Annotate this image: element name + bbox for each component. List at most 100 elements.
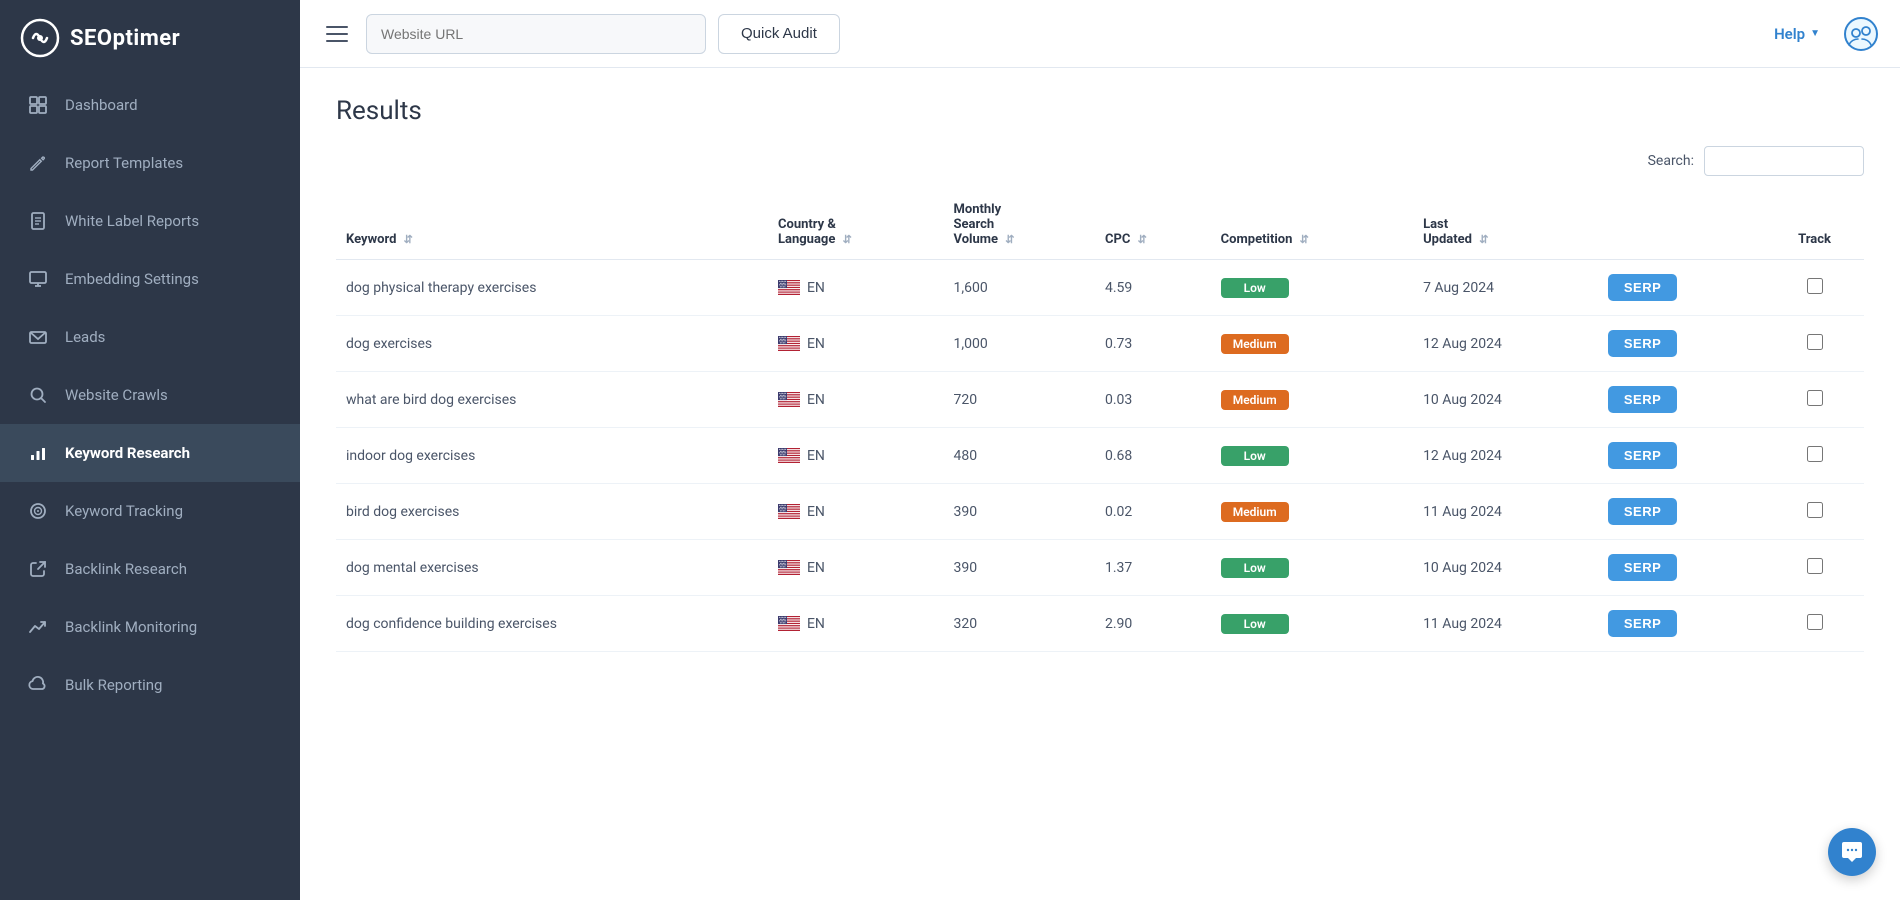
sort-icon-cpc[interactable]: ⇵	[1138, 233, 1147, 246]
cell-country: ★★★★★ ★★★★ ★★★★★ ★★★★ EN	[768, 428, 944, 484]
sidebar-item-backlink-research[interactable]: Backlink Research	[0, 540, 300, 598]
sidebar-item-website-crawls[interactable]: Website Crawls	[0, 366, 300, 424]
user-icon	[1844, 17, 1878, 51]
sidebar-item-keyword-tracking[interactable]: Keyword Tracking	[0, 482, 300, 540]
hamburger-button[interactable]	[320, 15, 354, 53]
cell-keyword: bird dog exercises	[336, 484, 768, 540]
competition-badge: Medium	[1221, 334, 1289, 354]
sidebar-item-white-label-reports[interactable]: White Label Reports	[0, 192, 300, 250]
sidebar-item-label: White Label Reports	[65, 212, 199, 230]
col-header-volume: MonthlySearchVolume ⇵	[944, 190, 1096, 260]
track-checkbox[interactable]	[1807, 390, 1823, 406]
cell-last-updated: 12 Aug 2024	[1413, 428, 1598, 484]
help-label: Help	[1774, 25, 1805, 43]
cell-country: ★★★★★ ★★★★ ★★★★★ ★★★★ EN	[768, 316, 944, 372]
track-checkbox[interactable]	[1807, 278, 1823, 294]
user-avatar-button[interactable]	[1842, 15, 1880, 53]
serp-button[interactable]: SERP	[1608, 274, 1677, 301]
sidebar-item-report-templates[interactable]: Report Templates	[0, 134, 300, 192]
sidebar-item-bulk-reporting[interactable]: Bulk Reporting	[0, 656, 300, 714]
language-code: EN	[807, 504, 825, 520]
col-header-country-language: Country &Language ⇵	[768, 190, 944, 260]
cell-volume: 480	[944, 428, 1096, 484]
search-bar: Search:	[336, 146, 1864, 176]
sidebar-item-leads[interactable]: Leads	[0, 308, 300, 366]
serp-button[interactable]: SERP	[1608, 610, 1677, 637]
track-checkbox[interactable]	[1807, 446, 1823, 462]
sidebar-item-label: Website Crawls	[65, 386, 168, 404]
sidebar-item-label: Leads	[65, 328, 105, 346]
chevron-down-icon: ▼	[1810, 28, 1820, 39]
cell-competition: Low	[1211, 540, 1413, 596]
col-header-cpc: CPC ⇵	[1095, 190, 1211, 260]
cell-serp: SERP	[1598, 484, 1765, 540]
track-checkbox[interactable]	[1807, 558, 1823, 574]
logo[interactable]: SEOptimer	[0, 0, 300, 76]
url-input[interactable]	[366, 14, 706, 54]
cell-volume: 390	[944, 540, 1096, 596]
edit-icon	[27, 152, 49, 174]
logo-text: SEOptimer	[70, 26, 180, 51]
track-checkbox[interactable]	[1807, 502, 1823, 518]
cell-competition: Medium	[1211, 372, 1413, 428]
serp-button[interactable]: SERP	[1608, 442, 1677, 469]
cell-cpc: 2.90	[1095, 596, 1211, 652]
table-body: dog physical therapy exercises ★★★★★ ★★★…	[336, 260, 1864, 652]
competition-badge: Low	[1221, 278, 1289, 298]
help-button[interactable]: Help ▼	[1764, 19, 1830, 49]
track-checkbox[interactable]	[1807, 614, 1823, 630]
table-row: bird dog exercises ★★★★★ ★★★★ ★★★★★ ★★★★…	[336, 484, 1864, 540]
sidebar-item-embedding-settings[interactable]: Embedding Settings	[0, 250, 300, 308]
sidebar-item-label: Bulk Reporting	[65, 676, 162, 694]
cell-keyword: dog exercises	[336, 316, 768, 372]
table-header-row: Keyword ⇵ Country &Language ⇵ MonthlySea…	[336, 190, 1864, 260]
sidebar-item-backlink-monitoring[interactable]: Backlink Monitoring	[0, 598, 300, 656]
serp-button[interactable]: SERP	[1608, 498, 1677, 525]
serp-button[interactable]: SERP	[1608, 330, 1677, 357]
sort-icon-last-updated[interactable]: ⇵	[1479, 233, 1488, 246]
cell-track	[1765, 316, 1864, 372]
competition-badge: Low	[1221, 446, 1289, 466]
search-label: Search:	[1648, 153, 1694, 169]
cell-keyword: indoor dog exercises	[336, 428, 768, 484]
header: Quick Audit Help ▼	[300, 0, 1900, 68]
cell-cpc: 0.73	[1095, 316, 1211, 372]
results-title: Results	[336, 96, 1864, 126]
track-checkbox[interactable]	[1807, 334, 1823, 350]
serp-button[interactable]: SERP	[1608, 554, 1677, 581]
cell-country: ★★★★★ ★★★★ ★★★★★ ★★★★ EN	[768, 596, 944, 652]
language-code: EN	[807, 616, 825, 632]
cell-cpc: 0.02	[1095, 484, 1211, 540]
sidebar-item-dashboard[interactable]: Dashboard	[0, 76, 300, 134]
cell-last-updated: 10 Aug 2024	[1413, 372, 1598, 428]
main-panel: Quick Audit Help ▼ Results Search:	[300, 0, 1900, 900]
chat-icon	[1840, 840, 1864, 864]
cell-last-updated: 11 Aug 2024	[1413, 596, 1598, 652]
language-code: EN	[807, 560, 825, 576]
cell-competition: Low	[1211, 260, 1413, 316]
serp-button[interactable]: SERP	[1608, 386, 1677, 413]
cell-track	[1765, 484, 1864, 540]
monitor-icon	[27, 268, 49, 290]
logo-icon	[20, 18, 60, 58]
sidebar-item-keyword-research[interactable]: Keyword Research	[0, 424, 300, 482]
language-code: EN	[807, 336, 825, 352]
cell-country: ★★★★★ ★★★★ ★★★★★ ★★★★ EN	[768, 484, 944, 540]
cell-competition: Medium	[1211, 484, 1413, 540]
results-table: Keyword ⇵ Country &Language ⇵ MonthlySea…	[336, 190, 1864, 652]
sort-icon-keyword[interactable]: ⇵	[404, 233, 413, 246]
content-area: Results Search: Keyword ⇵ Country &Langu…	[300, 68, 1900, 900]
cell-volume: 320	[944, 596, 1096, 652]
quick-audit-button[interactable]: Quick Audit	[718, 14, 840, 54]
external-link-icon	[27, 558, 49, 580]
chat-bubble-button[interactable]	[1828, 828, 1876, 876]
cell-competition: Low	[1211, 596, 1413, 652]
cell-volume: 720	[944, 372, 1096, 428]
sort-icon-country[interactable]: ⇵	[843, 233, 852, 246]
sort-icon-competition[interactable]: ⇵	[1300, 233, 1309, 246]
sort-icon-volume[interactable]: ⇵	[1005, 233, 1014, 246]
sidebar-item-label: Keyword Tracking	[65, 502, 183, 520]
sidebar-item-label: Embedding Settings	[65, 270, 199, 288]
search-input[interactable]	[1704, 146, 1864, 176]
cell-track	[1765, 428, 1864, 484]
